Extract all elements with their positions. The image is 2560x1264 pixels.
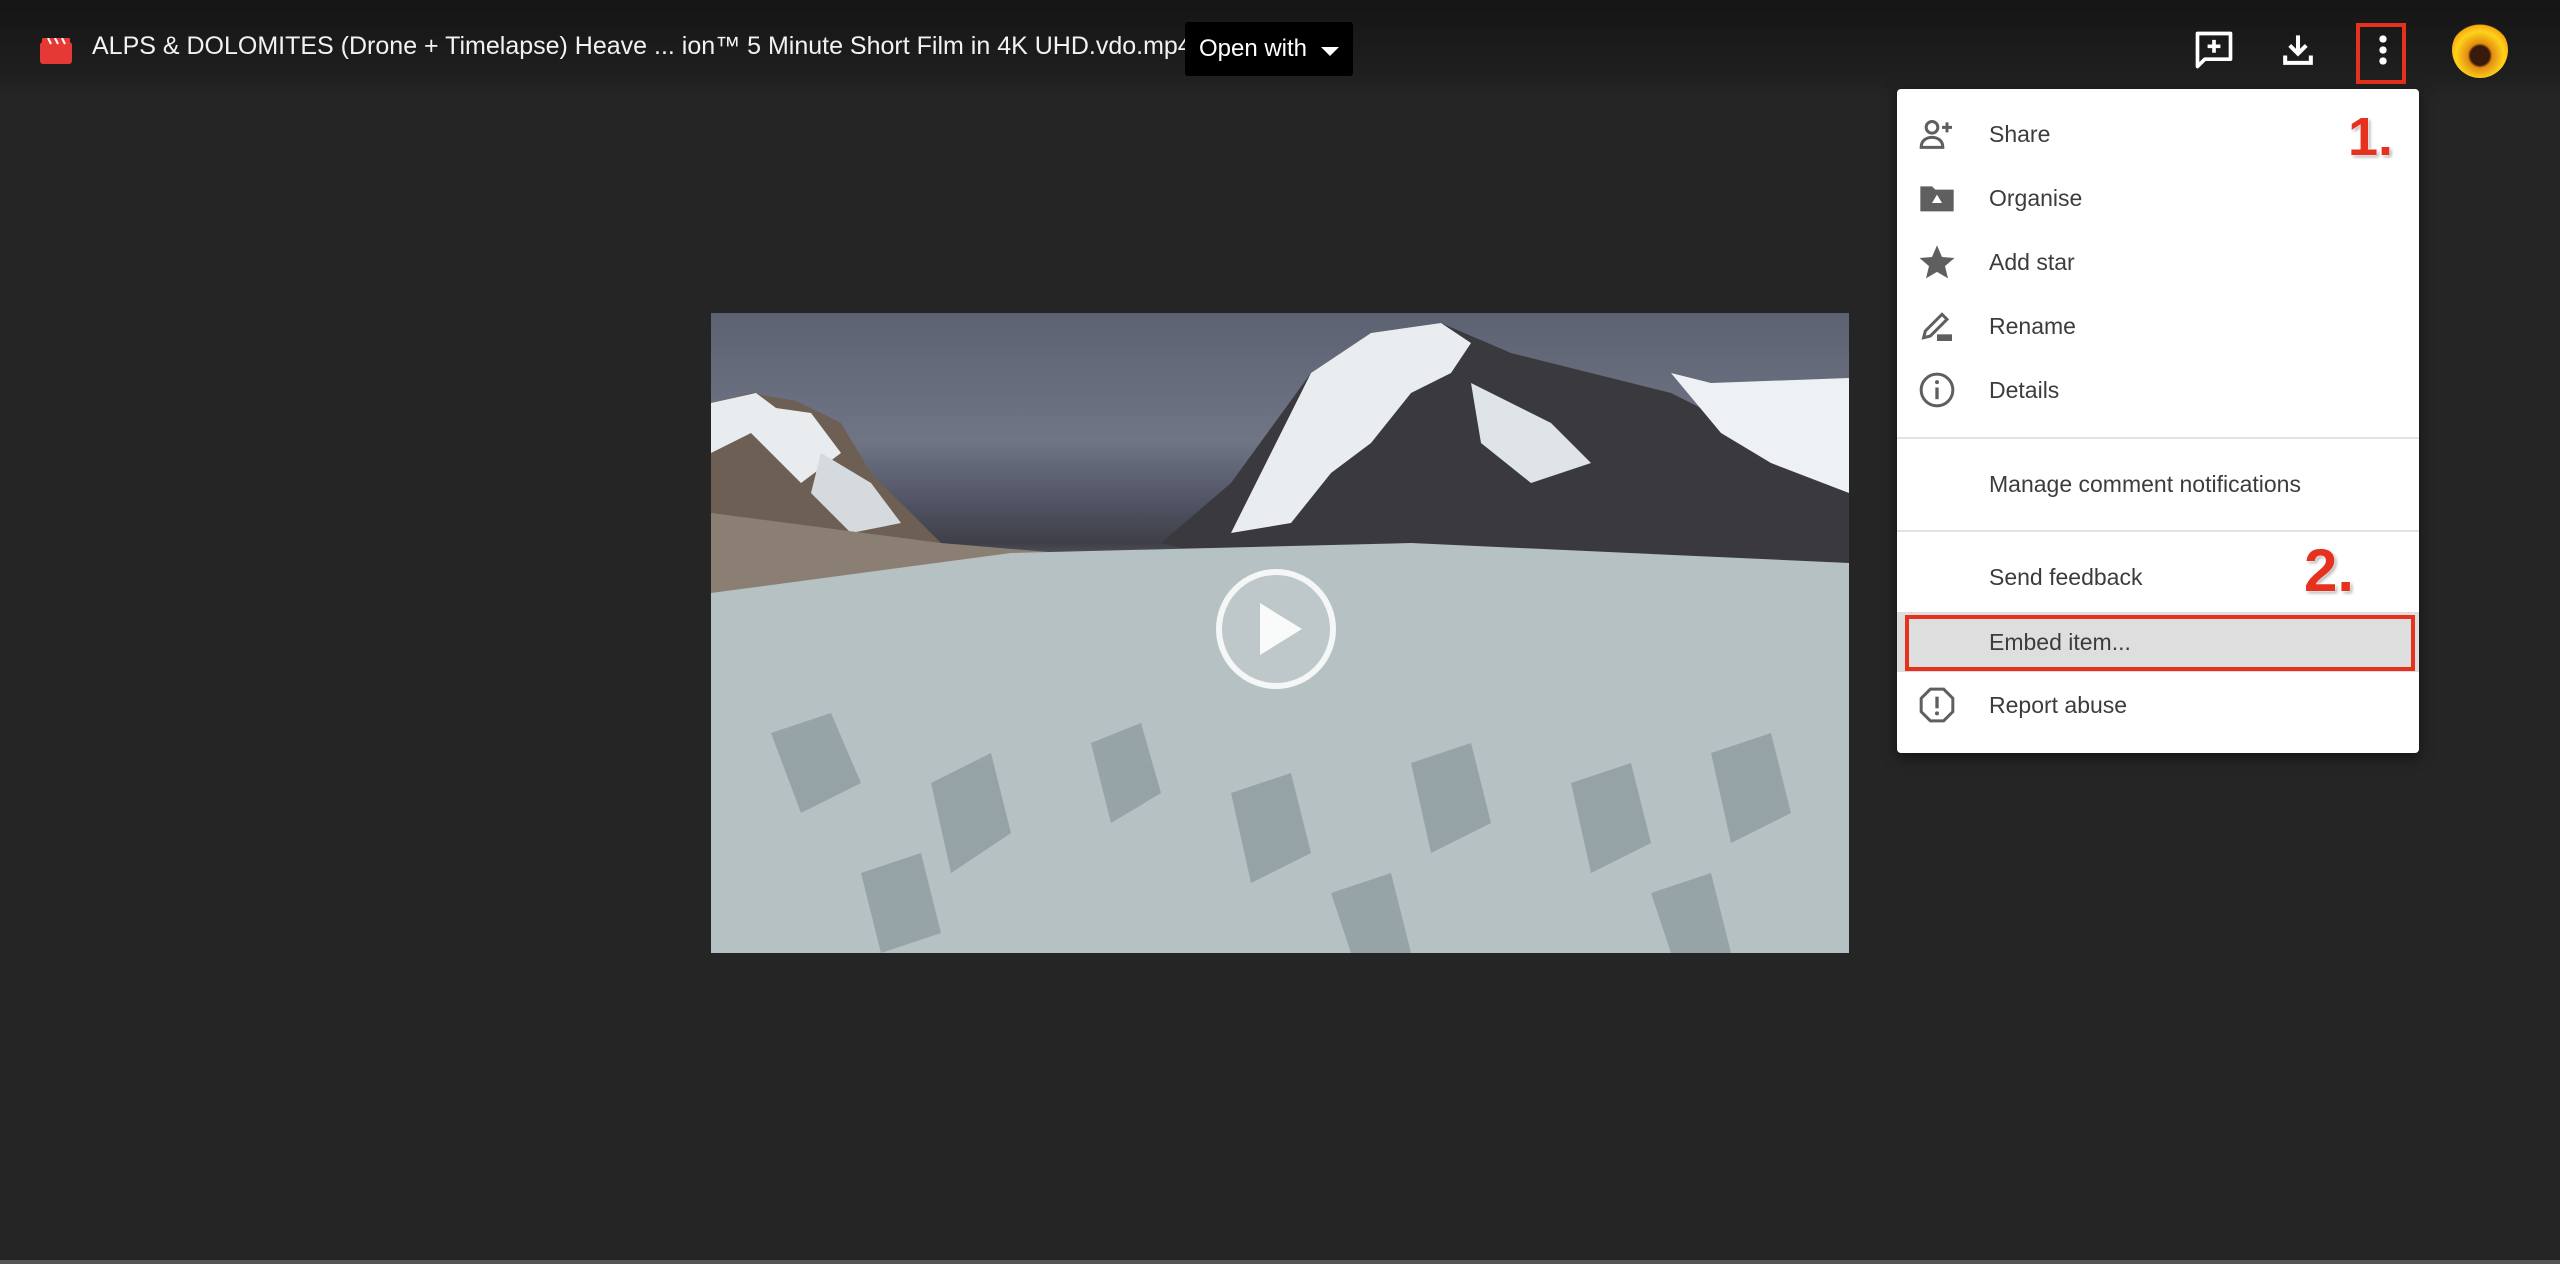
user-avatar[interactable]: [2452, 22, 2508, 78]
menu-item-manage-comment-notifications[interactable]: Manage comment notifications: [1897, 452, 2419, 516]
video-player[interactable]: [711, 313, 1849, 953]
play-button[interactable]: [1216, 569, 1336, 689]
menu-item-share[interactable]: Share: [1897, 102, 2419, 166]
menu-item-label: Report abuse: [1989, 691, 2128, 718]
menu-item-label: Send feedback: [1989, 563, 2143, 590]
step2-label: 2.: [2304, 537, 2355, 604]
info-icon: [1919, 372, 1955, 408]
video-file-icon: [40, 38, 72, 64]
menu-item-label: Add star: [1989, 248, 2075, 275]
menu-item-organise[interactable]: Organise: [1897, 166, 2419, 230]
step1-label: 1.: [2348, 107, 2394, 167]
menu-item-label: Manage comment notifications: [1989, 470, 2301, 497]
menu-item-label: Organise: [1989, 184, 2083, 211]
person-add-icon: [1919, 120, 1952, 149]
menu-divider: [1897, 437, 2419, 439]
caret-down-icon: [1321, 46, 1340, 56]
report-icon: [1919, 687, 1955, 723]
file-title: ALPS & DOLOMITES (Drone + Timelapse) Hea…: [92, 32, 1192, 60]
pencil-icon: [1921, 312, 1952, 341]
top-bar: ALPS & DOLOMITES (Drone + Timelapse) Hea…: [0, 0, 2560, 100]
menu-item-rename[interactable]: Rename: [1897, 294, 2419, 358]
add-comment-icon[interactable]: [2192, 28, 2236, 72]
menu-divider: [1897, 530, 2419, 532]
window-bottom-edge: [0, 1260, 2560, 1264]
menu-item-label: Rename: [1989, 312, 2076, 339]
drive-folder-icon: [1920, 186, 1954, 212]
step1-highlight-box: [2356, 23, 2406, 84]
menu-item-label: Share: [1989, 120, 2051, 147]
open-with-label: Open with: [1198, 35, 1308, 62]
step2-highlight-box: [1905, 615, 2415, 671]
download-icon[interactable]: [2276, 28, 2320, 72]
play-icon: [1260, 603, 1302, 655]
menu-item-details[interactable]: Details: [1897, 358, 2419, 422]
menu-item-label: Details: [1989, 376, 2060, 403]
open-with-button[interactable]: Open with: [1185, 22, 1353, 76]
menu-item-add-star[interactable]: Add star: [1897, 230, 2419, 294]
star-icon: [1919, 245, 1955, 279]
menu-item-report-abuse[interactable]: Report abuse: [1897, 673, 2419, 737]
